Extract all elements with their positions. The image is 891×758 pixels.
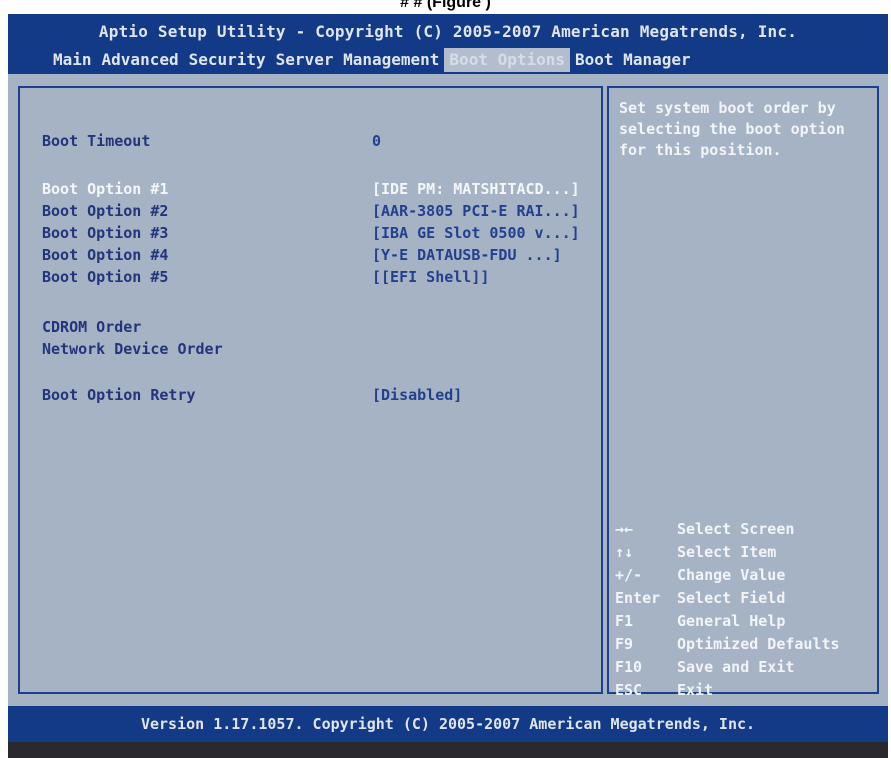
setting-value[interactable]: [[EFI Shell]] [372, 268, 489, 286]
main-area: Boot Timeout 0 Boot Option #1 [IDE PM: M… [8, 74, 888, 706]
setting-label: Boot Option Retry [42, 386, 196, 404]
key-name: +/- [615, 566, 643, 584]
bios-screen: Aptio Setup Utility - Copyright (C) 2005… [8, 14, 888, 758]
key-description: Select Screen [677, 520, 795, 538]
key-description: Change Value [677, 566, 786, 584]
setting-label: Boot Option #2 [42, 202, 169, 220]
setting-value[interactable]: [IDE PM: MATSHITACD...] [372, 180, 580, 198]
bios-title: Aptio Setup Utility - Copyright (C) 2005… [98, 22, 798, 41]
setting-label: Boot Option #1 [42, 180, 169, 198]
setting-value[interactable]: 0 [372, 132, 381, 150]
key-name: ↑↓ [615, 543, 634, 561]
setting-value[interactable]: [Disabled] [372, 386, 462, 404]
key-description: Select Item [677, 543, 777, 561]
document-caption: # # (Figure ) [0, 0, 891, 14]
menu-tab-main[interactable]: Main [48, 48, 97, 72]
key-description: Save and Exit [677, 658, 795, 676]
key-name: F1 [615, 612, 634, 630]
key-name: F10 [615, 658, 643, 676]
bios-footer: Version 1.17.1057. Copyright (C) 2005-20… [8, 706, 888, 742]
key-name: F9 [615, 635, 634, 653]
settings-panel: Boot Timeout 0 Boot Option #1 [IDE PM: M… [18, 86, 603, 694]
setting-label: Boot Option #5 [42, 268, 169, 286]
setting-label: Boot Timeout [42, 132, 151, 150]
monitor-bezel [8, 742, 888, 758]
setting-value[interactable]: [IBA GE Slot 0500 v...] [372, 224, 580, 242]
menu-tab-server-management[interactable]: Server Management [271, 48, 445, 72]
key-description: Select Field [677, 589, 786, 607]
key-name: →← [615, 520, 634, 538]
setting-label: Boot Option #3 [42, 224, 169, 242]
setting-value[interactable]: [Y-E DATAUSB-FDU ...] [372, 246, 562, 264]
key-description: Exit [677, 681, 714, 699]
menu-tab-security[interactable]: Security [184, 48, 271, 72]
setting-label: Network Device Order [42, 340, 223, 358]
key-name: Enter [615, 589, 661, 607]
help-panel: Set system boot order by selecting the b… [607, 86, 879, 699]
key-description: Optimized Defaults [677, 635, 840, 653]
setting-label: Boot Option #4 [42, 246, 169, 264]
menu-tab-boot-manager[interactable]: Boot Manager [570, 48, 696, 72]
menu-tab-boot-options[interactable]: Boot Options [444, 48, 571, 72]
help-text: Set system boot order by selecting the b… [619, 99, 845, 159]
setting-value[interactable]: [AAR-3805 PCI-E RAI...] [372, 202, 580, 220]
key-description: General Help [677, 612, 786, 630]
bios-header: Aptio Setup Utility - Copyright (C) 2005… [8, 14, 888, 74]
setting-label: CDROM Order [42, 318, 142, 336]
key-name: ESC [615, 681, 643, 699]
menu-tab-advanced[interactable]: Advanced [97, 48, 184, 72]
menu-bar: Main Advanced Security Server Management… [48, 48, 696, 72]
